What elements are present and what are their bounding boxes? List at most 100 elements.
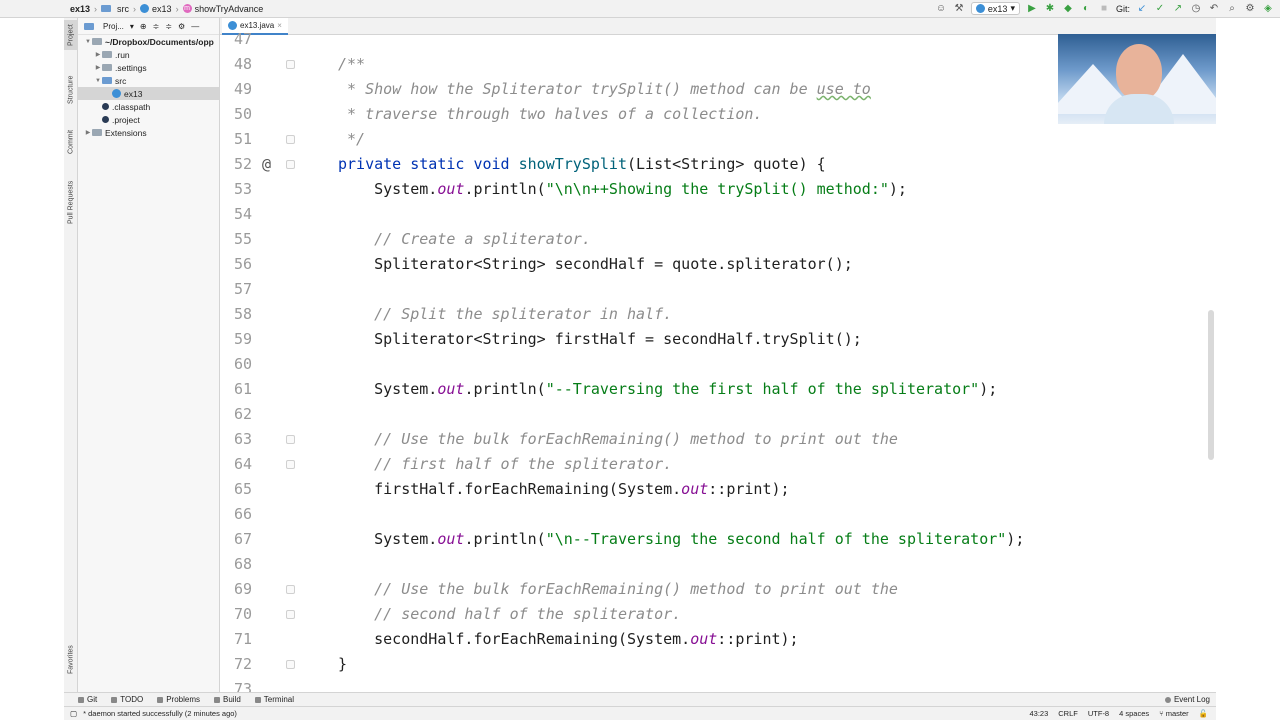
- line-number: 53: [233, 180, 252, 198]
- line-number: 67: [233, 530, 252, 548]
- coverage-icon[interactable]: ◆: [1062, 3, 1074, 15]
- code-line[interactable]: // first half of the spliterator.: [338, 452, 672, 477]
- code-line[interactable]: // Use the bulk forEachRemaining() metho…: [338, 577, 898, 602]
- project-view-select[interactable]: Proj...: [103, 22, 124, 31]
- tool-window-problems[interactable]: Problems: [157, 695, 200, 704]
- tree-item[interactable]: .classpath: [78, 100, 219, 113]
- chevron-icon[interactable]: ▶: [94, 64, 102, 71]
- rollback-icon[interactable]: ↶: [1208, 3, 1220, 15]
- tool-window-event-log[interactable]: Event Log: [1164, 695, 1210, 704]
- close-icon[interactable]: ×: [277, 21, 282, 30]
- chevron-icon[interactable]: ▼: [84, 39, 92, 45]
- code-line[interactable]: * traverse through two halves of a colle…: [338, 102, 762, 127]
- tree-item[interactable]: ▶ .settings: [78, 61, 219, 74]
- tree-item-label: Extensions: [105, 127, 147, 138]
- code-line[interactable]: private static void showTrySplit(List<St…: [338, 152, 826, 177]
- code-line[interactable]: */: [338, 127, 365, 152]
- file-encoding[interactable]: UTF-8: [1088, 709, 1109, 718]
- code-line[interactable]: secondHalf.forEachRemaining(System.out::…: [338, 627, 798, 652]
- tree-item[interactable]: ▼ ~/Dropbox/Documents/opp: [78, 35, 219, 48]
- code-line[interactable]: // Create a spliterator.: [338, 227, 591, 252]
- chevron-icon[interactable]: ▼: [94, 78, 102, 84]
- tree-item[interactable]: .project: [78, 113, 219, 126]
- git-branch-label: master: [1165, 709, 1189, 718]
- profile-icon[interactable]: ◐: [1080, 3, 1092, 15]
- project-icon: [84, 22, 94, 30]
- chevron-icon[interactable]: ▶: [94, 51, 102, 58]
- locate-icon[interactable]: ⊕: [140, 22, 147, 31]
- run-configuration-select[interactable]: ex13 ▾: [970, 2, 1020, 15]
- stop-icon[interactable]: ■: [1098, 3, 1110, 15]
- line-separator[interactable]: CRLF: [1058, 709, 1078, 718]
- breadcrumb-separator: ›: [94, 3, 98, 14]
- settings-gear-icon[interactable]: ⚙: [1244, 3, 1256, 15]
- tree-item[interactable]: ex13: [78, 87, 219, 100]
- code-line[interactable]: }: [338, 652, 347, 677]
- code-line[interactable]: // second half of the spliterator.: [338, 602, 681, 627]
- expand-all-icon[interactable]: ≑: [153, 22, 160, 31]
- tool-tab-pull-requests[interactable]: Pull Requests: [64, 172, 78, 232]
- build-hammer-icon[interactable]: ⚒: [953, 3, 965, 15]
- breadcrumb-project[interactable]: ex13: [70, 4, 90, 14]
- tree-item[interactable]: ▼ src: [78, 74, 219, 87]
- code-line[interactable]: /**: [338, 52, 365, 77]
- code-line[interactable]: System.out.println("\n\n++Showing the tr…: [338, 177, 907, 202]
- override-gutter-icon[interactable]: @: [262, 152, 271, 177]
- code-line[interactable]: Spliterator<String> secondHalf = quote.s…: [338, 252, 853, 277]
- breadcrumb-method[interactable]: m showTryAdvance: [182, 4, 263, 14]
- user-icon[interactable]: ☺: [935, 3, 947, 15]
- collapse-all-icon[interactable]: ≑: [165, 22, 172, 31]
- code-line[interactable]: Spliterator<String> firstHalf = secondHa…: [338, 327, 862, 352]
- run-config-label: ex13: [987, 3, 1008, 14]
- breadcrumb-folder[interactable]: src: [101, 4, 129, 14]
- code-line[interactable]: * Show how the Spliterator trySplit() me…: [338, 77, 871, 102]
- tool-window-todo-label: TODO: [120, 695, 144, 704]
- status-toggle-icon[interactable]: ▢: [70, 709, 77, 718]
- search-icon[interactable]: ⌕: [1226, 3, 1238, 15]
- git-update-icon[interactable]: ↙: [1136, 3, 1148, 15]
- git-branch[interactable]: ⑂ master: [1159, 709, 1189, 718]
- code-editor[interactable]: /** * Show how the Spliterator trySplit(…: [292, 35, 1216, 691]
- indent-setting[interactable]: 4 spaces: [1119, 709, 1149, 718]
- chevron-icon[interactable]: ▶: [84, 129, 92, 136]
- code-line[interactable]: // Use the bulk forEachRemaining() metho…: [338, 427, 898, 452]
- vertical-scrollbar[interactable]: [1208, 310, 1214, 460]
- tool-tab-favorites[interactable]: Favorites: [64, 638, 78, 682]
- tool-window-todo[interactable]: TODO: [111, 695, 143, 704]
- status-widgets: 43:23 CRLF UTF-8 4 spaces ⑂ master 🔓: [1029, 709, 1208, 718]
- tool-tab-structure[interactable]: Structure: [64, 68, 78, 112]
- breadcrumb-separator: ›: [175, 3, 179, 14]
- tool-tab-project[interactable]: Project: [64, 20, 78, 50]
- tool-window-git[interactable]: Git: [78, 695, 97, 704]
- chevron-down-icon[interactable]: ▾: [130, 22, 134, 31]
- line-number: 59: [233, 330, 252, 348]
- debug-icon[interactable]: ✱: [1044, 3, 1056, 15]
- breadcrumb-file[interactable]: ex13: [140, 4, 172, 14]
- line-number: 48: [233, 55, 252, 73]
- git-commit-icon[interactable]: ✓: [1154, 3, 1166, 15]
- caret-position[interactable]: 43:23: [1029, 709, 1048, 718]
- tree-item[interactable]: ▶ Extensions: [78, 126, 219, 139]
- code-line[interactable]: // Split the spliterator in half.: [338, 302, 672, 327]
- run-icon[interactable]: ▶: [1026, 3, 1038, 15]
- presenter-face: [1116, 44, 1162, 100]
- class-icon: [140, 4, 150, 13]
- history-icon[interactable]: ◷: [1190, 3, 1202, 15]
- git-push-icon[interactable]: ↗: [1172, 3, 1184, 15]
- breadcrumb-folder-label: src: [117, 3, 130, 14]
- code-line[interactable]: firstHalf.forEachRemaining(System.out::p…: [338, 477, 789, 502]
- editor-tab-bar: ex13.java ×: [220, 18, 1216, 35]
- tool-tab-commit[interactable]: Commit: [64, 124, 78, 160]
- project-tree: ▼ ~/Dropbox/Documents/opp ▶ .run ▶ .settings ▼…: [78, 35, 219, 139]
- hide-icon[interactable]: —: [191, 22, 199, 31]
- code-line[interactable]: System.out.println("--Traversing the fir…: [338, 377, 997, 402]
- tool-window-build[interactable]: Build: [214, 695, 241, 704]
- code-line[interactable]: System.out.println("\n--Traversing the s…: [338, 527, 1024, 552]
- tool-window-terminal[interactable]: Terminal: [254, 695, 294, 704]
- line-number: 51: [233, 130, 252, 148]
- lock-icon[interactable]: 🔓: [1199, 709, 1208, 718]
- settings-gear-icon[interactable]: ⚙: [178, 22, 185, 31]
- tool-window-build-label: Build: [223, 695, 241, 704]
- code-with-me-icon[interactable]: ◈: [1262, 3, 1274, 15]
- tree-item[interactable]: ▶ .run: [78, 48, 219, 61]
